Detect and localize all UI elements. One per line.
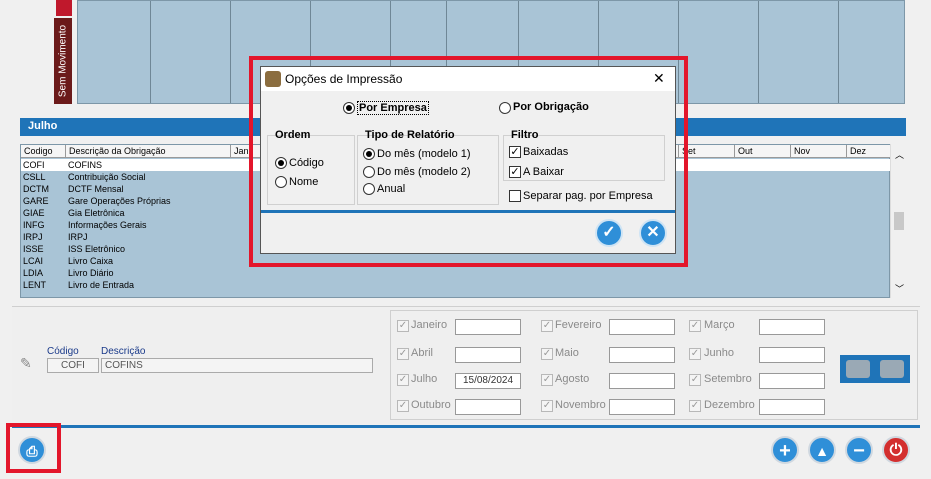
scroll-up-icon[interactable]: ︿ <box>895 148 904 161</box>
month-label: Dezembro <box>704 399 755 411</box>
side-tab-inactive[interactable] <box>56 0 72 16</box>
month-checkbox[interactable]: ✓ <box>689 320 701 332</box>
month-date-field[interactable] <box>759 373 825 389</box>
codigo-label: Código <box>47 346 79 357</box>
month-date-field[interactable] <box>455 347 521 363</box>
month-date-field[interactable] <box>759 319 825 335</box>
month-checkbox[interactable]: ✓ <box>541 400 553 412</box>
side-tab-label: Sem Movimento <box>57 24 69 98</box>
highlight-dialog <box>249 56 688 267</box>
month-date-field[interactable] <box>609 319 675 335</box>
descricao-field[interactable]: COFINS <box>101 358 373 373</box>
table-row[interactable]: LDIA Livro Diário <box>21 267 891 279</box>
scroll-down-icon[interactable]: ﹀ <box>895 282 904 295</box>
month-label: Agosto <box>555 373 590 385</box>
remove-button[interactable]: − <box>845 436 873 464</box>
side-tab-sem-movimento[interactable]: Sem Movimento <box>54 18 72 104</box>
month-checkbox[interactable]: ✓ <box>397 320 409 332</box>
month-label: Fevereiro <box>555 319 602 331</box>
month-checkbox[interactable]: ✓ <box>541 320 553 332</box>
month-checkbox[interactable]: ✓ <box>689 400 701 412</box>
month-checkbox[interactable]: ✓ <box>689 374 701 386</box>
triangle-up-icon: ▲ <box>815 443 829 459</box>
month-date-field[interactable] <box>759 347 825 363</box>
edit-icon: ✎ <box>20 355 32 371</box>
up-button[interactable]: ▲ <box>808 436 836 464</box>
month-label: Março <box>704 319 735 331</box>
month-date-field[interactable] <box>455 319 521 335</box>
month-checkbox[interactable]: ✓ <box>541 374 553 386</box>
next-button[interactable] <box>880 360 904 378</box>
power-icon: ⏻ <box>889 442 903 459</box>
col-out[interactable]: Out <box>735 145 791 158</box>
month-checkbox[interactable]: ✓ <box>397 348 409 360</box>
month-date-field[interactable] <box>609 347 675 363</box>
descricao-label: Descrição <box>101 346 146 357</box>
highlight-print <box>6 423 61 473</box>
codigo-field[interactable]: COFI <box>47 358 99 373</box>
scroll-thumb[interactable] <box>894 212 904 230</box>
prev-button[interactable] <box>846 360 870 378</box>
months-box: ✓ Janeiro ✓ Fevereiro ✓ Março ✓ Abril ✓ … <box>390 310 918 420</box>
col-dez[interactable]: Dez <box>847 145 891 158</box>
month-checkbox[interactable]: ✓ <box>397 374 409 386</box>
month-checkbox[interactable]: ✓ <box>397 400 409 412</box>
month-date-field[interactable] <box>759 399 825 415</box>
month-label: Janeiro <box>411 319 448 331</box>
exit-button[interactable]: ⏻ <box>882 436 910 464</box>
month-checkbox[interactable]: ✓ <box>689 348 701 360</box>
month-label: Novembro <box>555 399 606 411</box>
month-date-field[interactable]: 15/08/2024 <box>455 373 521 389</box>
add-button[interactable]: + <box>771 436 799 464</box>
month-date-field[interactable] <box>455 399 521 415</box>
table-scrollbar[interactable]: ︿ ﹀ <box>890 144 906 298</box>
table-row[interactable]: LENT Livro de Entrada <box>21 279 891 291</box>
navigation-buttons <box>840 355 910 383</box>
col-descricao[interactable]: Descrição da Obrigação <box>66 145 231 158</box>
month-date-field[interactable] <box>609 399 675 415</box>
month-label: Maio <box>555 347 579 359</box>
col-nov[interactable]: Nov <box>791 145 847 158</box>
minus-icon: − <box>853 440 865 462</box>
plus-icon: + <box>779 440 791 462</box>
month-label: Julho <box>411 373 438 385</box>
month-label: Setembro <box>704 373 752 385</box>
month-date-field[interactable] <box>609 373 675 389</box>
month-label: Junho <box>704 347 734 359</box>
month-label: Abril <box>411 347 434 359</box>
month-checkbox[interactable]: ✓ <box>541 348 553 360</box>
col-codigo[interactable]: Codigo <box>21 145 66 158</box>
divider <box>12 425 920 428</box>
month-label: Outubro <box>411 399 451 411</box>
